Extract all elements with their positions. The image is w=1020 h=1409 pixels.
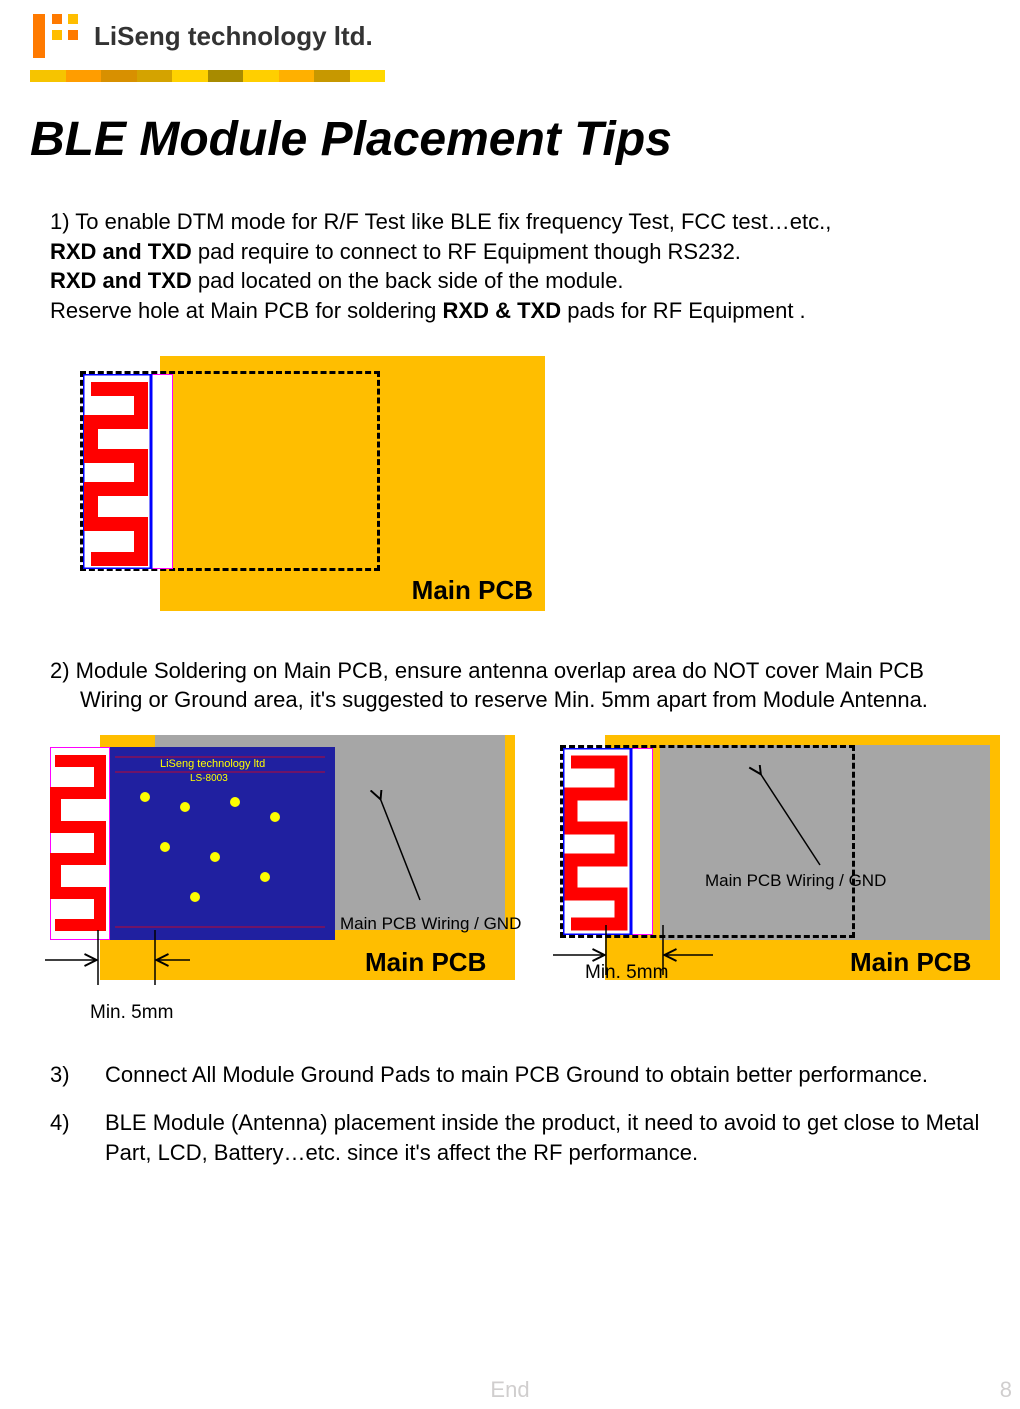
footer-page: 8 <box>1000 1377 1012 1403</box>
tip-2: 2) Module Soldering on Main PCB, ensure … <box>50 656 980 715</box>
diagram-1: Main PCB <box>65 356 545 616</box>
right-arrow-icon <box>730 765 850 875</box>
tip-4: 4) BLE Module (Antenna) placement inside… <box>50 1108 980 1167</box>
tip1-line4: Reserve hole at Main PCB for soldering R… <box>50 296 980 326</box>
left-main-pcb-label: Main PCB <box>365 945 486 980</box>
left-min5mm-label: Min. 5mm <box>90 1000 173 1026</box>
body-content: 1) To enable DTM mode for R/F Test like … <box>0 207 1020 1167</box>
tip1-line2: RXD and TXD pad require to connect to RF… <box>50 237 980 267</box>
company-logo-icon <box>30 10 82 62</box>
page-title: BLE Module Placement Tips <box>30 112 1020 167</box>
antenna-icon <box>83 374 173 569</box>
color-bar <box>30 70 385 82</box>
left-dimension-icon <box>40 930 190 990</box>
tip2-text: 2) Module Soldering on Main PCB, ensure … <box>50 656 980 715</box>
tips-3-4: 3) Connect All Module Ground Pads to mai… <box>50 1060 980 1167</box>
right-antenna-icon <box>563 748 653 935</box>
tip1-line3: RXD and TXD pad located on the back side… <box>50 266 980 296</box>
right-wiring-label: Main PCB Wiring / GND <box>705 870 886 893</box>
main-pcb-label: Main PCB <box>412 573 533 608</box>
tip3-num: 3) <box>50 1060 105 1090</box>
tip4-text: BLE Module (Antenna) placement inside th… <box>105 1108 980 1167</box>
tip1-line1: 1) To enable DTM mode for R/F Test like … <box>50 207 980 237</box>
left-antenna-icon <box>50 747 110 940</box>
tip3-text: Connect All Module Ground Pads to main P… <box>105 1060 980 1090</box>
right-min5mm-label: Min. 5mm <box>585 960 668 986</box>
company-name: LiSeng technology ltd. <box>94 21 373 52</box>
tip4-num: 4) <box>50 1108 105 1167</box>
svg-text:LiSeng technology ltd: LiSeng technology ltd <box>160 758 265 770</box>
left-wiring-label: Main PCB Wiring / GND <box>340 913 521 936</box>
logo-row: LiSeng technology ltd. <box>30 10 1020 62</box>
right-main-pcb-label: Main PCB <box>850 945 971 980</box>
tip-3: 3) Connect All Module Ground Pads to mai… <box>50 1060 980 1090</box>
footer-end: End <box>0 1377 1020 1403</box>
svg-text:LS-8003: LS-8003 <box>190 773 228 784</box>
tip-1: 1) To enable DTM mode for R/F Test like … <box>50 207 980 326</box>
diagram-2: LiSeng technology ltd LS-8003 Main PCB W… <box>50 735 990 1035</box>
left-arrow-icon <box>350 790 450 910</box>
page-header: LiSeng technology ltd. <box>0 0 1020 82</box>
module-chip: LiSeng technology ltd LS-8003 <box>105 747 335 940</box>
